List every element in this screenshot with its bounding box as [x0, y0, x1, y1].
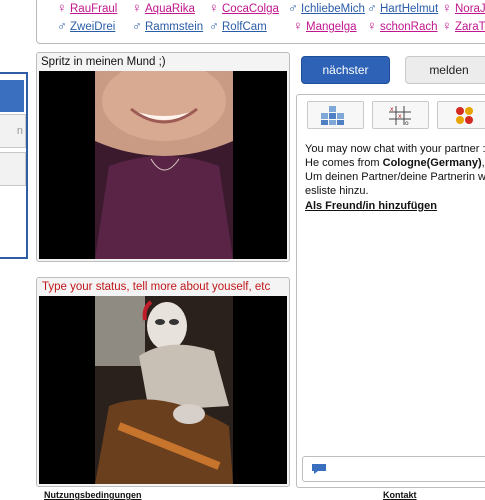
- male-icon: ♂: [288, 0, 298, 15]
- chat-panel: x x o You may now chat with your partner…: [296, 94, 485, 488]
- partner-status: Spritz in meinen Mund ;): [41, 56, 166, 68]
- sidebar-active-item[interactable]: [0, 80, 24, 112]
- chat-message: He comes from Cologne(Germany),: [305, 157, 485, 169]
- female-icon: ♀: [367, 18, 377, 33]
- chat-input[interactable]: [302, 456, 485, 482]
- female-icon: ♀: [293, 18, 303, 33]
- svg-text:x: x: [390, 106, 394, 113]
- user-link[interactable]: ♀ Mangelga: [293, 18, 357, 33]
- user-link[interactable]: ♂ IchliebeMich: [288, 0, 365, 15]
- user-link[interactable]: ♂ ZweiDrei: [57, 18, 115, 33]
- game-blocks-button[interactable]: [307, 101, 364, 129]
- status-input[interactable]: Type your status, tell more about yousel…: [42, 281, 270, 293]
- connect-four-icon: [456, 107, 473, 124]
- game-connect-four-button[interactable]: [437, 101, 485, 129]
- blocks-icon: [321, 106, 344, 125]
- user-link[interactable]: ♀ AquaRika: [132, 0, 195, 15]
- male-icon: ♂: [57, 18, 67, 33]
- female-icon: ♀: [57, 0, 67, 15]
- chat-message: Um deinen Partner/deine Partnerin wi: [305, 171, 485, 183]
- speech-bubble-icon: [312, 464, 326, 474]
- tictactoe-icon: x x o: [389, 106, 411, 127]
- user-link[interactable]: ♀ CocaColga: [209, 0, 279, 15]
- contact-link[interactable]: Kontakt: [383, 490, 417, 500]
- online-users-list: ♀ RauFraul ♀ AquaRika ♀ CocaColga ♂ Ichliebe…: [36, 0, 485, 44]
- user-link[interactable]: ♀ RauFraul: [57, 0, 117, 15]
- female-icon: ♀: [442, 0, 452, 15]
- svg-text:x: x: [398, 113, 402, 120]
- partner-video-panel: Spritz in meinen Mund ;): [36, 52, 290, 262]
- male-icon: ♂: [367, 0, 377, 15]
- chat-message: esliste hinzu.: [305, 185, 369, 197]
- chat-message: You may now chat with your partner :: [305, 143, 485, 155]
- own-video-frame: [39, 296, 287, 484]
- sidebar-item[interactable]: [0, 152, 26, 186]
- sidebar-item[interactable]: n: [0, 114, 26, 148]
- game-tictactoe-button[interactable]: x x o: [372, 101, 429, 129]
- female-icon: ♀: [442, 18, 452, 33]
- own-video-panel: Type your status, tell more about yousel…: [36, 277, 290, 487]
- add-friend-link[interactable]: Als Freund/in hinzufügen: [305, 199, 437, 213]
- terms-link[interactable]: Nutzungsbedingungen: [44, 490, 141, 500]
- own-video: [39, 296, 287, 484]
- left-sidebar: n: [0, 72, 28, 259]
- partner-video: [39, 71, 287, 259]
- female-icon: ♀: [132, 0, 142, 15]
- next-partner-button[interactable]: nächster: [301, 56, 390, 84]
- male-icon: ♂: [132, 18, 142, 33]
- partner-video-frame: [39, 71, 287, 259]
- user-link[interactable]: ♀ schonRach: [367, 18, 438, 33]
- report-button[interactable]: melden: [405, 56, 485, 84]
- user-link[interactable]: ♂ Rammstein: [132, 18, 203, 33]
- female-icon: ♀: [209, 0, 219, 15]
- user-link[interactable]: ♀ NoraJ: [442, 0, 485, 15]
- user-link[interactable]: ♂ RolfCam: [209, 18, 267, 33]
- user-link[interactable]: ♂ HartHelmut: [367, 0, 438, 15]
- male-icon: ♂: [209, 18, 219, 33]
- user-link[interactable]: ♀ ZaraT: [442, 18, 485, 33]
- svg-text:o: o: [405, 120, 409, 127]
